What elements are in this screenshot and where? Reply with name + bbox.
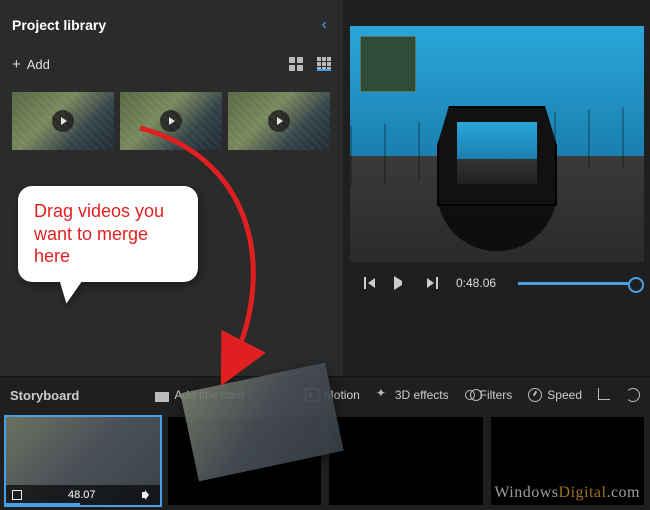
video-preview[interactable] <box>350 26 644 262</box>
storyboard-slot[interactable] <box>329 417 483 505</box>
playback-time: 0:48.06 <box>456 276 496 290</box>
rotate-icon[interactable] <box>626 388 640 402</box>
video-preview-panel: 0:48.06 <box>344 0 650 376</box>
speed-label: Speed <box>547 388 582 402</box>
seek-slider[interactable] <box>518 282 638 285</box>
filters-label: Filters <box>480 388 513 402</box>
play-icon <box>268 110 290 132</box>
step-forward-icon[interactable] <box>426 277 438 289</box>
library-clip[interactable] <box>12 92 114 150</box>
3d-effects-icon <box>376 388 390 402</box>
title-card-icon <box>155 392 169 402</box>
crop-icon[interactable] <box>598 388 610 400</box>
step-back-icon[interactable] <box>364 277 376 289</box>
speed-icon <box>528 388 542 402</box>
resize-icon[interactable] <box>12 490 22 500</box>
watermark: WindowsDigital.com <box>494 484 640 502</box>
storyboard-clip[interactable]: 48.07 <box>6 417 160 505</box>
add-media-button[interactable]: + Add <box>12 56 50 73</box>
play-icon[interactable] <box>394 276 408 290</box>
library-clip[interactable] <box>228 92 330 150</box>
library-thumbnails <box>12 92 331 150</box>
filters-icon <box>465 390 475 400</box>
add-label: Add <box>27 57 50 72</box>
plus-icon: + <box>12 56 21 73</box>
volume-icon[interactable] <box>142 490 154 500</box>
play-icon <box>52 110 74 132</box>
3d-effects-button[interactable]: 3D effects <box>376 388 449 402</box>
grid-large-icon[interactable] <box>289 57 303 71</box>
minimap-overlay <box>360 36 416 92</box>
grid-small-icon[interactable] <box>317 57 331 71</box>
project-library-title: Project library <box>12 17 106 33</box>
playback-controls: 0:48.06 <box>344 262 650 290</box>
play-icon <box>160 110 182 132</box>
filters-button[interactable]: Filters <box>465 388 513 402</box>
instruction-callout: Drag videos you want to merge here <box>18 186 198 282</box>
storyboard-title: Storyboard <box>10 388 79 403</box>
3d-effects-label: 3D effects <box>395 388 449 402</box>
clip-duration: 48.07 <box>68 489 96 501</box>
watermark-a: Windows <box>494 484 558 501</box>
library-clip[interactable] <box>120 92 222 150</box>
watermark-b: Digital <box>559 484 607 501</box>
weapon-sight-overlay <box>437 106 557 206</box>
collapse-chevron-icon[interactable]: ‹ <box>318 12 331 38</box>
clip-progress <box>6 503 80 505</box>
speed-button[interactable]: Speed <box>528 388 582 402</box>
callout-text: Drag videos you want to merge here <box>34 201 164 266</box>
watermark-suffix: .com <box>606 484 640 501</box>
